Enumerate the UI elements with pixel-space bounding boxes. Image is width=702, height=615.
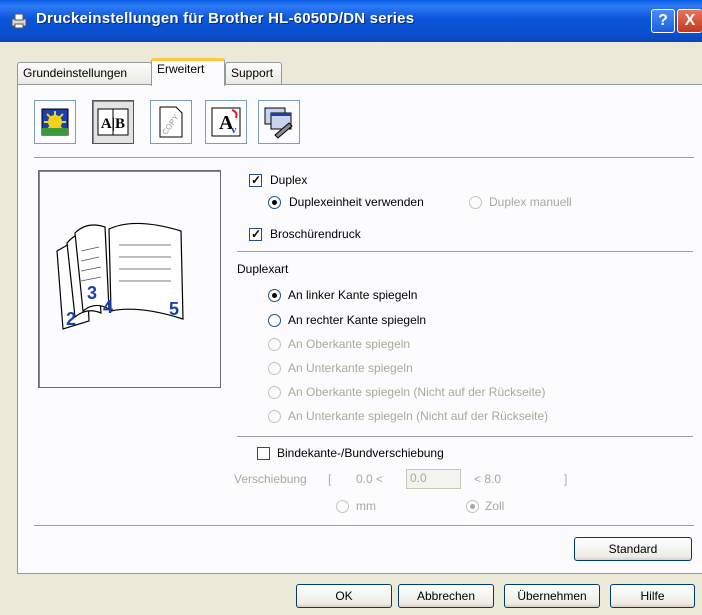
mirror-top-label: An Oberkante spiegeln (288, 337, 411, 351)
binding-offset-label: Bindekante-/Bundverschiebung (277, 446, 444, 460)
tab-grundeinstellungen[interactable]: Grundeinstellungen (17, 62, 152, 84)
mirror-right-label: An rechter Kante spiegeln (288, 313, 427, 327)
mirror-right-radio[interactable] (268, 314, 281, 327)
unit-mm-radio[interactable] (336, 500, 349, 513)
booklet-label: Broschürendruck (270, 227, 361, 241)
close-button[interactable]: X (677, 9, 702, 33)
booklet-preview-image: 2 3 4 5 (56, 222, 184, 330)
page-number-4: 4 (103, 297, 113, 317)
offset-bracket-close: ] (564, 472, 568, 486)
mirror-left-radio[interactable] (268, 289, 281, 302)
duplex-icon: A|B (97, 108, 129, 136)
duplex-button[interactable]: A|B (92, 100, 134, 144)
unit-inch-radio[interactable] (466, 500, 479, 513)
svg-text:v: v (231, 124, 237, 136)
image-quality-button[interactable] (34, 100, 76, 144)
standard-button[interactable]: Standard (574, 537, 692, 561)
mirror-bottom-noback-label: An Unterkante spiegeln (Nicht auf der Rü… (288, 409, 549, 423)
scaling-button[interactable]: A v (205, 100, 247, 144)
duplex-manual-radio[interactable] (469, 196, 482, 209)
watermark-button[interactable]: COPY (150, 100, 192, 144)
booklet-preview: 2 3 4 5 (38, 170, 221, 388)
page-number-3: 3 (87, 283, 97, 303)
mirror-bottom-label: An Unterkante spiegeln (288, 361, 413, 375)
mirror-top-radio[interactable] (268, 338, 281, 351)
tab-erweitert[interactable]: Erweitert (151, 58, 225, 86)
watermark-icon: COPY (159, 106, 183, 138)
booklet-separator (237, 251, 693, 253)
help-title-button[interactable]: ? (651, 9, 675, 33)
device-options-button[interactable] (258, 100, 300, 144)
duplex-manual-label: Duplex manuell (489, 195, 572, 209)
apply-button[interactable]: Übernehmen (504, 584, 600, 608)
ok-button[interactable]: OK (296, 584, 392, 608)
page-number-2: 2 (66, 309, 76, 329)
window-title: Druckeinstellungen für Brother HL-6050D/… (36, 10, 415, 27)
offset-input[interactable]: 0.0 (406, 469, 461, 489)
title-bar[interactable]: Druckeinstellungen für Brother HL-6050D/… (0, 0, 702, 42)
offset-bracket-open: [ (328, 472, 332, 486)
unit-mm-label: mm (356, 499, 376, 513)
mirror-top-noback-label: An Oberkante spiegeln (Nicht auf der Rüc… (288, 385, 546, 399)
duplex-icon-text: A|B (101, 116, 125, 132)
bottom-separator (34, 525, 694, 527)
mirror-left-label: An linker Kante spiegeln (288, 288, 418, 302)
duplex-unit-label: Duplexeinheit verwenden (289, 195, 424, 209)
booklet-checkbox[interactable]: ✓ (249, 227, 262, 241)
scaling-icon: A v (211, 107, 241, 137)
offset-min-text: 0.0 < (356, 472, 384, 486)
checkmark-icon: ✓ (251, 173, 262, 187)
binding-offset-checkbox[interactable] (257, 447, 270, 460)
duplex-checkbox[interactable]: ✓ (249, 173, 262, 187)
cancel-button[interactable]: Abbrechen (398, 584, 494, 608)
tab-support[interactable]: Support (225, 62, 282, 84)
mirror-bottom-noback-radio[interactable] (268, 410, 281, 423)
unit-inch-label: Zoll (485, 499, 505, 513)
offset-max-text: < 8.0 (474, 472, 502, 486)
toolbar-separator (34, 157, 694, 159)
device-options-icon (264, 107, 293, 139)
binding-separator (237, 436, 693, 438)
mirror-bottom-radio[interactable] (268, 362, 281, 375)
mirror-top-noback-radio[interactable] (268, 386, 281, 399)
help-button[interactable]: Hilfe (610, 584, 695, 608)
duplex-unit-radio[interactable] (268, 196, 281, 209)
printer-icon (11, 13, 27, 29)
duplex-label: Duplex (270, 173, 308, 187)
image-quality-icon (41, 108, 69, 136)
offset-label: Verschiebung (234, 472, 307, 486)
duplex-type-heading: Duplexart (237, 262, 289, 276)
checkmark-icon: ✓ (251, 227, 262, 241)
page-number-5: 5 (169, 299, 179, 319)
